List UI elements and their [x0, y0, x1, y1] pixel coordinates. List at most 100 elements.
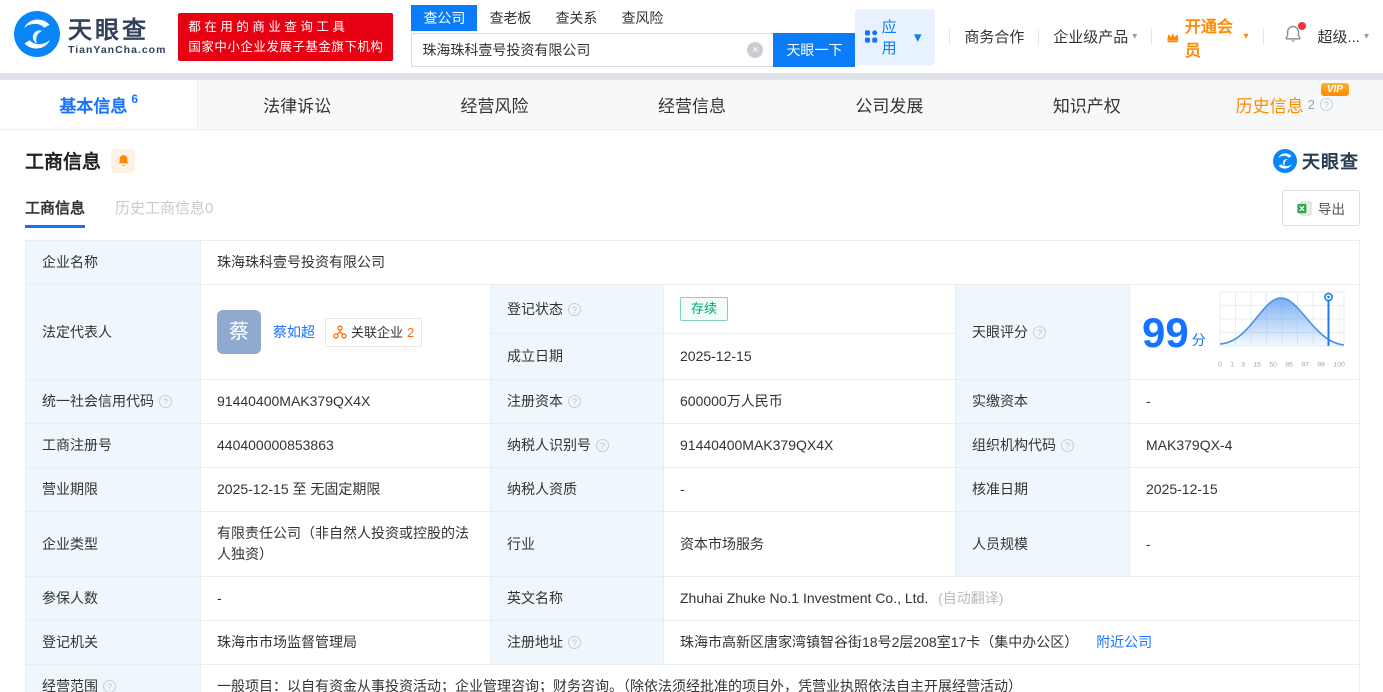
subtab-history-business-info[interactable]: 历史工商信息0 [115, 197, 213, 228]
tab-legal-litigation[interactable]: 法律诉讼 [198, 80, 395, 129]
nearby-companies-link[interactable]: 附近公司 [1096, 634, 1152, 650]
staff-size-label: 人员规模 [955, 511, 1130, 577]
top-header: 天眼查 TianYanCha.com 都在用的商业查询工具 国家中小企业发展子基… [0, 0, 1383, 73]
business-scope-value: 一般项目：以自有资金从事投资活动；企业管理咨询；财务咨询。（除依法须经批准的项目… [200, 664, 1360, 692]
score-unit: 分 [1191, 331, 1206, 348]
industry-value: 资本市场服务 [663, 511, 956, 577]
help-icon[interactable]: ? [596, 439, 609, 452]
export-button[interactable]: 导出 [1282, 190, 1360, 226]
score-value: 99 [1142, 309, 1189, 356]
table-row: 营业期限 2025-12-15 至 无固定期限 纳税人资质 - 核准日期 202… [25, 467, 1360, 512]
apps-grid-icon [865, 30, 878, 43]
business-info-table: 企业名称 珠海珠科壹号投资有限公司 法定代表人 蔡 蔡如超 关联企业 2 登记状… [25, 240, 1360, 692]
reg-status-label: 登记状态? [490, 283, 664, 335]
promo-line1: 都在用的商业查询工具 [188, 19, 349, 34]
help-icon[interactable]: ? [568, 636, 581, 649]
score-distribution-chart[interactable]: 01 3 15 50 85 97 99 100 [1218, 291, 1346, 375]
open-vip-menu[interactable]: 开通会员 ▾ [1166, 13, 1249, 61]
search-tab-relation[interactable]: 查关系 [543, 5, 609, 31]
search-tabs: 查公司 查老板 查关系 查风险 [411, 5, 855, 31]
table-row: 经营范围? 一般项目：以自有资金从事投资活动；企业管理咨询；财务咨询。（除依法须… [25, 664, 1360, 692]
crown-icon [1167, 32, 1179, 42]
staff-size-value: - [1129, 511, 1360, 577]
tianyancha-logo[interactable]: 天眼查 TianYanCha.com [14, 11, 166, 62]
legal-rep-avatar[interactable]: 蔡 [217, 310, 261, 354]
registered-address-value: 珠海市高新区唐家湾镇智谷街18号2层208室17卡（集中办公区） 附近公司 [663, 620, 1360, 665]
insured-count-value: - [200, 576, 491, 621]
taxpayer-qualification-label: 纳税人资质 [490, 467, 664, 512]
help-icon[interactable]: ? [159, 395, 172, 408]
super-vip-menu[interactable]: 超级... ▾ [1317, 26, 1369, 47]
help-icon[interactable]: ? [1061, 439, 1074, 452]
chevron-down-icon: ▾ [1363, 31, 1369, 42]
tab-operation-info[interactable]: 经营信息 [593, 80, 790, 129]
table-row: 登记机关 珠海市市场监督管理局 注册地址? 珠海市高新区唐家湾镇智谷街18号2层… [25, 620, 1360, 665]
business-cooperation-link[interactable]: 商务合作 [964, 26, 1024, 47]
section-subtabs: 工商信息 历史工商信息0 导出 [0, 190, 1383, 228]
approval-date-value: 2025-12-15 [1129, 467, 1360, 512]
search-input[interactable] [422, 42, 748, 58]
tianyancha-watermark: 天眼查 [1273, 148, 1359, 174]
header-right-nav: 应用 ▾ 商务合作 企业级产品 ▾ 开通会员 ▾ 超级... ▾ [855, 8, 1369, 65]
tab-intellectual-property[interactable]: 知识产权 [988, 80, 1185, 129]
uscc-value: 91440400MAK379QX4X [200, 379, 491, 424]
search-tab-company[interactable]: 查公司 [411, 5, 478, 31]
reg-number-label: 工商注册号 [25, 423, 201, 468]
registration-authority-value: 珠海市市场监督管理局 [200, 620, 491, 665]
reg-number-value: 440400000853863 [200, 423, 491, 468]
industry-label: 行业 [490, 511, 664, 577]
business-term-value: 2025-12-15 至 无固定期限 [200, 467, 491, 512]
search-tab-boss[interactable]: 查老板 [477, 5, 543, 31]
excel-icon [1297, 201, 1312, 215]
apps-menu[interactable]: 应用 ▾ [855, 8, 936, 65]
reg-capital-label: 注册资本? [490, 379, 664, 424]
table-row: 工商注册号 440400000853863 纳税人识别号? 91440400MA… [25, 423, 1360, 468]
subtab-business-info[interactable]: 工商信息 [25, 197, 86, 228]
status-badge: 存续 [680, 297, 729, 322]
help-icon[interactable]: ? [103, 680, 116, 692]
org-code-label: 组织机构代码? [955, 423, 1130, 468]
insured-count-label: 参保人数 [25, 576, 201, 621]
registration-authority-label: 登记机关 [25, 620, 201, 665]
paid-capital-value: - [1129, 379, 1360, 424]
chevron-down-icon: ▾ [1243, 31, 1249, 42]
page-divider-band [0, 73, 1383, 80]
apps-label: 应用 [881, 18, 897, 57]
tab-company-development[interactable]: 公司发展 [791, 80, 988, 129]
tianyancha-swirl-icon [14, 11, 60, 62]
company-name-label: 企业名称 [25, 240, 201, 285]
search-button[interactable]: 天眼一下 [773, 33, 856, 67]
bell-icon [118, 154, 128, 166]
paid-capital-label: 实缴资本 [955, 379, 1130, 424]
notifications-button[interactable] [1283, 22, 1307, 49]
chevron-down-icon: ▾ [913, 28, 922, 46]
clear-search-icon[interactable]: × [747, 42, 764, 58]
related-companies-badge[interactable]: 关联企业 2 [325, 317, 423, 347]
score-chart-ticks: 01 3 15 50 85 97 99 100 [1217, 360, 1346, 369]
tab-basic-info[interactable]: 基本信息 6 [0, 80, 199, 129]
chevron-down-icon: ▾ [1132, 31, 1138, 42]
english-name-value: Zhuhai Zhuke No.1 Investment Co., Ltd. (… [663, 576, 1360, 621]
score-cell: 99 分 0 1 3 15 50 85 97 99 100 [1129, 284, 1360, 380]
help-icon[interactable]: ? [1033, 325, 1046, 339]
table-row: 企业类型 有限责任公司（非自然人投资或控股的法人独资） 行业 资本市场服务 人员… [25, 511, 1360, 577]
auto-translate-note: (自动翻译) [938, 590, 1004, 606]
english-name-label: 英文名称 [490, 576, 664, 621]
tab-history-info[interactable]: 历史信息 2 ? VIP [1186, 80, 1383, 129]
tab-count: 6 [131, 92, 139, 106]
tab-operation-risk[interactable]: 经营风险 [396, 80, 593, 129]
legal-rep-label: 法定代表人 [25, 284, 201, 380]
enterprise-products-menu[interactable]: 企业级产品 ▾ [1053, 26, 1137, 47]
reg-capital-value: 600000万人民币 [663, 379, 956, 424]
search-tab-risk[interactable]: 查风险 [609, 5, 675, 31]
reg-status-value: 存续 [663, 283, 956, 335]
help-icon[interactable]: ? [568, 302, 581, 316]
business-term-label: 营业期限 [25, 467, 201, 512]
table-row: 统一社会信用代码? 91440400MAK379QX4X 注册资本? 60000… [25, 379, 1360, 424]
help-icon[interactable]: ? [1319, 98, 1333, 111]
registered-address-label: 注册地址? [490, 620, 664, 665]
help-icon[interactable]: ? [568, 395, 581, 408]
subscribe-bell-button[interactable] [111, 148, 136, 173]
legal-rep-name-link[interactable]: 蔡如超 [273, 322, 315, 343]
tianyancha-swirl-icon [1273, 148, 1297, 173]
